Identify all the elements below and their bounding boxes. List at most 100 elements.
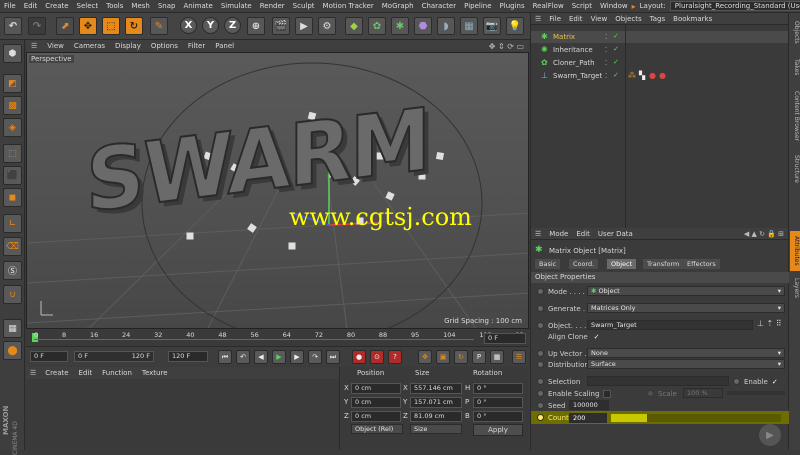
pos-y-field[interactable]: 0 cm	[351, 397, 401, 408]
enabled-check-icon[interactable]: ✓	[613, 58, 619, 66]
viewport-menu-view[interactable]: View	[42, 42, 69, 50]
menu-edit[interactable]: Edit	[20, 2, 42, 10]
undo-icon[interactable]: ↶	[4, 17, 22, 35]
material-menu-edit[interactable]: Edit	[74, 369, 98, 377]
apply-button[interactable]: Apply	[473, 424, 523, 436]
menu-snap[interactable]: Snap	[154, 2, 180, 10]
enabled-check-icon[interactable]: ✓	[613, 32, 619, 40]
play-overlay-icon[interactable]: ▶	[759, 424, 781, 446]
visibility-dots-icon[interactable]: ⁚	[605, 72, 607, 80]
viewport-perspective[interactable]: Perspective SWARM www.cgtsj.com Grid Spa…	[26, 52, 529, 329]
camera-icon[interactable]: 📷	[483, 17, 501, 35]
menu-render[interactable]: Render	[256, 2, 289, 10]
anim-dot-icon[interactable]	[537, 390, 544, 397]
menu-plugins[interactable]: Plugins	[496, 2, 529, 10]
up-vector-select[interactable]: None ▾	[587, 348, 785, 358]
size-y-field[interactable]: 157.071 cm	[410, 397, 462, 408]
attr-nav-arrows-icon[interactable]: ◀ ▲ ↻ 🔒 ⊞	[744, 230, 788, 238]
object-row[interactable]: ✱ Matrix ⁚ ✓	[531, 31, 789, 43]
points-mode-icon[interactable]: ⬚	[3, 144, 22, 163]
x-axis-lock-icon[interactable]: X	[180, 17, 197, 34]
material-menu-function[interactable]: Function	[97, 369, 137, 377]
attr-nav-icon[interactable]: ☰	[531, 230, 545, 238]
menu-mesh[interactable]: Mesh	[127, 2, 153, 10]
prev-frame-icon[interactable]: ◀	[254, 350, 268, 364]
objmgr-menu-edit[interactable]: Edit	[565, 15, 587, 23]
object-row[interactable]: ⊥ Swarm_Target ⁚ ✓ ⁂ ▚ ● ●	[531, 70, 789, 82]
size-z-field[interactable]: 81.09 cm	[410, 411, 462, 422]
pos-z-field[interactable]: 0 cm	[351, 411, 401, 422]
tab-structure[interactable]: Structure	[790, 151, 800, 187]
anim-dot-icon[interactable]	[537, 414, 544, 421]
key-scale-icon[interactable]: ▣	[436, 350, 450, 364]
attr-menu-edit[interactable]: Edit	[572, 230, 594, 238]
tab-object[interactable]: Object	[607, 259, 637, 269]
attr-menu-mode[interactable]: Mode	[545, 230, 572, 238]
tab-basic[interactable]: Basic	[535, 259, 561, 269]
rot-h-field[interactable]: 0 °	[473, 383, 523, 394]
menu-window[interactable]: Window	[596, 2, 632, 10]
selection-field[interactable]	[587, 376, 729, 386]
subdivision-icon[interactable]: ✿	[368, 17, 386, 35]
tab-objects[interactable]: Objects	[790, 17, 800, 47]
tab-attributes[interactable]: Attributes	[790, 231, 800, 271]
pos-x-field[interactable]: 0 cm	[351, 383, 401, 394]
viewport-menu-cameras[interactable]: Cameras	[69, 42, 110, 50]
record-keyframe-icon[interactable]: ●	[352, 350, 366, 364]
tab-layers[interactable]: Layers	[790, 275, 800, 301]
rot-p-field[interactable]: 0 °	[473, 397, 523, 408]
objmgr-menu-objects[interactable]: Objects	[611, 15, 645, 23]
key-rotation-icon[interactable]: ↻	[454, 350, 468, 364]
objmgr-nav-icon[interactable]: ☰	[531, 15, 545, 23]
scale-field[interactable]: 100 %	[683, 388, 723, 398]
enable-checkbox[interactable]: ✓	[772, 378, 778, 386]
checker-tag-icon[interactable]: ▚	[639, 71, 645, 80]
menu-sculpt[interactable]: Sculpt	[289, 2, 319, 10]
model-mode-icon[interactable]: ◩	[3, 74, 22, 93]
viewport-menu-display[interactable]: Display	[110, 42, 146, 50]
anim-dot-icon[interactable]	[537, 402, 544, 409]
magnet-icon[interactable]: ∪	[3, 285, 22, 304]
viewport-nav-controls-icon[interactable]: ✥ ⇕ ⟳ ▭	[484, 42, 529, 51]
seed-field[interactable]: 100000	[569, 400, 609, 410]
prev-key-icon[interactable]: ↶	[236, 350, 250, 364]
y-axis-lock-icon[interactable]: Y	[202, 17, 219, 34]
count-slider[interactable]	[611, 414, 781, 422]
visibility-dots-icon[interactable]: ⁚	[605, 46, 607, 54]
material-menu-texture[interactable]: Texture	[137, 369, 173, 377]
render-view-icon[interactable]: 🎬	[272, 17, 290, 35]
autokey-icon[interactable]: ⊙	[370, 350, 384, 364]
live-select-icon[interactable]: ✎	[150, 17, 168, 35]
render-picture-viewer-icon[interactable]: ▶	[295, 17, 313, 35]
start-frame-field[interactable]: 0 F	[30, 351, 68, 362]
object-link-field[interactable]: Swarm_Target	[587, 320, 753, 330]
menu-character[interactable]: Character	[418, 2, 461, 10]
layout-select[interactable]: Pluralsight_Recording_Standard (User)	[669, 1, 800, 11]
anim-dot-icon[interactable]	[647, 390, 654, 397]
menu-pipeline[interactable]: Pipeline	[460, 2, 495, 10]
z-axis-lock-icon[interactable]: Z	[224, 17, 241, 34]
material-nav-icon[interactable]: ☰	[26, 369, 40, 377]
axis-mode-icon[interactable]: ∟	[3, 214, 22, 233]
tab-content-browser[interactable]: Content Browser	[790, 87, 800, 145]
menu-simulate[interactable]: Simulate	[217, 2, 256, 10]
current-frame-field[interactable]: 0 F	[484, 333, 526, 344]
cube-icon[interactable]: ◆	[345, 17, 363, 35]
distribution-select[interactable]: Surface ▾	[587, 359, 785, 369]
world-coord-icon[interactable]: ⊕	[247, 17, 265, 35]
workplane-icon[interactable]: ◈	[3, 118, 22, 137]
polygons-mode-icon[interactable]: ◼	[3, 188, 22, 207]
size-x-field[interactable]: 557.146 cm	[410, 383, 462, 394]
snap-icon[interactable]: Ⓢ	[3, 261, 22, 280]
tab-transform[interactable]: Transform	[643, 259, 684, 269]
objmgr-menu-view[interactable]: View	[587, 15, 612, 23]
goto-end-icon[interactable]: ⏭	[326, 350, 340, 364]
scale-slider[interactable]	[727, 391, 785, 395]
mode-select[interactable]: ✱ Object ▾	[587, 286, 785, 296]
anim-dot-icon[interactable]	[537, 361, 544, 368]
tweak-mode-icon[interactable]: ⌫	[3, 237, 22, 256]
key-position-icon[interactable]: ✥	[418, 350, 432, 364]
select-tool-icon[interactable]: ⬈	[56, 17, 74, 35]
end-frame-field[interactable]: 120 F	[168, 351, 208, 362]
material-tag-icon[interactable]: ●	[649, 71, 656, 80]
